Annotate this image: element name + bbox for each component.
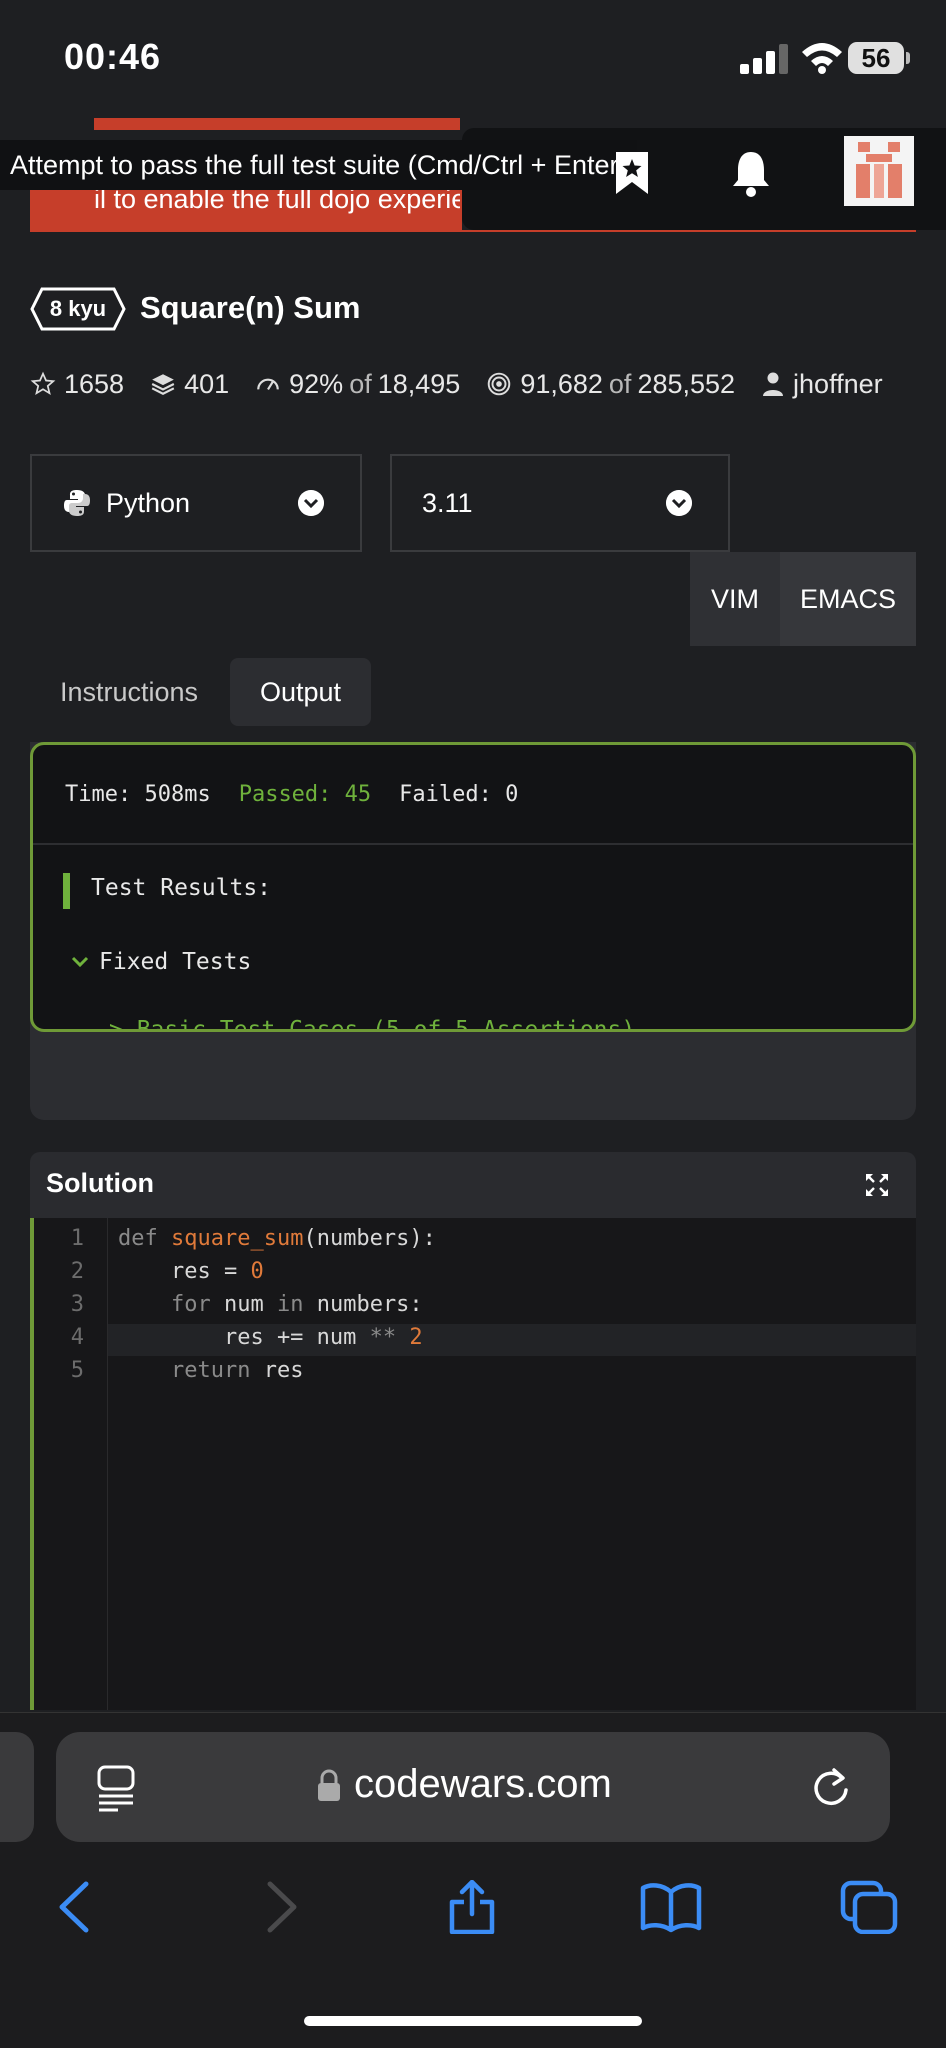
- status-time: 00:46: [64, 36, 162, 77]
- code-line[interactable]: for num in numbers:: [118, 1292, 423, 1317]
- completed-of: of: [608, 368, 632, 399]
- expand-icon[interactable]: [864, 1172, 890, 1198]
- stars-count: 1658: [64, 368, 125, 399]
- satisfaction-stat: 92% of 18,495: [255, 369, 460, 400]
- basic-test-cases-group[interactable]: > Basic Test Cases (5 of 5 Assertions): [109, 1017, 636, 1032]
- chevron-down-icon[interactable]: [71, 955, 89, 969]
- python-icon: [64, 490, 90, 516]
- user-avatar[interactable]: [844, 136, 914, 206]
- tab-output[interactable]: Output: [230, 658, 372, 726]
- header-divider: [462, 230, 916, 232]
- target-icon: [488, 372, 511, 396]
- language-select[interactable]: Python: [30, 454, 362, 552]
- signal-icon: [740, 44, 788, 74]
- code-line[interactable]: res += num ** 2: [118, 1325, 423, 1350]
- vim-mode-button[interactable]: VIM: [690, 552, 780, 646]
- chevron-down-icon: [666, 490, 692, 516]
- solution-header: [30, 1152, 916, 1218]
- version-select[interactable]: 3.11: [390, 454, 730, 552]
- completed-stat: 91,682 of 285,552: [486, 369, 735, 400]
- wifi-icon: [802, 43, 842, 74]
- code-line[interactable]: return res: [118, 1358, 303, 1383]
- bookmarks-icon[interactable]: [640, 1880, 702, 1934]
- back-icon[interactable]: [50, 1880, 102, 1934]
- test-summary: Time: 508ms Passed: 45 Failed: 0: [33, 745, 913, 845]
- battery-nub: [906, 52, 910, 64]
- bookmark-icon[interactable]: [614, 150, 650, 196]
- collections-count: 401: [184, 368, 230, 399]
- author-stat[interactable]: jhoffner: [761, 369, 883, 400]
- test-time: Time: 508ms: [65, 781, 211, 807]
- version-value: 3.11: [422, 487, 473, 518]
- run-tests-tooltip: Attempt to pass the full test suite (Cmd…: [0, 140, 638, 190]
- layers-icon: [151, 374, 175, 395]
- line-number: 2: [70, 1259, 84, 1284]
- test-failed: Failed: 0: [399, 781, 519, 807]
- stars-stat[interactable]: 1658: [30, 369, 124, 400]
- emacs-mode-button[interactable]: EMACS: [780, 552, 916, 646]
- results-title: Test Results:: [91, 875, 272, 901]
- reload-icon[interactable]: [812, 1766, 852, 1810]
- home-indicator: [304, 2016, 642, 2026]
- gauge-icon: [257, 378, 279, 390]
- code-line[interactable]: def square_sum(numbers):: [118, 1226, 436, 1251]
- previous-tab-stub[interactable]: [0, 1732, 34, 1842]
- satisfaction-of: of: [349, 368, 372, 399]
- reader-icon[interactable]: [96, 1764, 136, 1812]
- satisfaction-rate: 92%: [289, 368, 344, 399]
- line-number: 3: [70, 1292, 84, 1317]
- star-icon: [30, 371, 56, 396]
- basic-test-cases-label: Basic Test Cases (5 of 5 Assertions): [136, 1017, 636, 1032]
- completed-count: 91,682: [520, 368, 603, 399]
- code-line[interactable]: res = 0: [118, 1259, 264, 1284]
- results-marker: [63, 873, 70, 909]
- satisfaction-total: 18,495: [377, 368, 461, 399]
- tab-instructions[interactable]: Instructions: [30, 658, 228, 726]
- collections-stat[interactable]: 401: [150, 369, 229, 400]
- solution-title: Solution: [46, 1168, 154, 1198]
- alert-strip: [94, 118, 460, 130]
- url-text[interactable]: codewars.com: [354, 1762, 612, 1807]
- completed-total: 285,552: [637, 368, 736, 399]
- output-panel[interactable]: Time: 508ms Passed: 45 Failed: 0 Test Re…: [30, 742, 916, 1032]
- share-icon[interactable]: [446, 1880, 498, 1934]
- lock-icon: [318, 1769, 340, 1801]
- battery-indicator: 56: [848, 42, 904, 74]
- user-icon: [763, 372, 784, 396]
- kata-title: Square(n) Sum: [140, 290, 361, 325]
- language-value: Python: [106, 487, 191, 518]
- chevron-down-icon: [298, 490, 324, 516]
- fixed-tests-group[interactable]: Fixed Tests: [99, 949, 251, 975]
- tabs-icon[interactable]: [840, 1880, 898, 1934]
- rank-badge: 8 kyu: [49, 296, 107, 321]
- line-number: 4: [70, 1325, 84, 1350]
- author-name: jhoffner: [793, 368, 883, 399]
- kata-stats: 1658 401 92% of 18,495 91,682 of 285,552…: [30, 364, 909, 404]
- forward-icon[interactable]: [254, 1880, 306, 1934]
- line-number: 5: [70, 1358, 84, 1383]
- test-passed: Passed: 45: [238, 781, 372, 807]
- bell-icon[interactable]: [730, 148, 772, 198]
- line-number: 1: [70, 1226, 84, 1251]
